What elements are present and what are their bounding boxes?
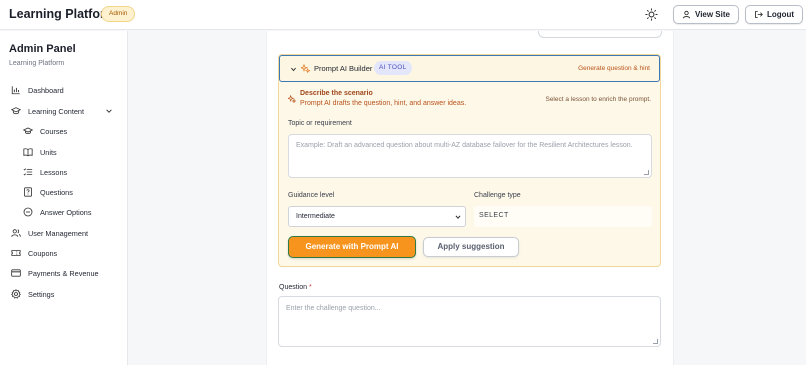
sidebar-item-coupons[interactable]: Coupons <box>11 246 57 260</box>
guidance-level-select[interactable]: Intermediate <box>288 206 466 227</box>
user-icon <box>682 10 691 19</box>
top-header: Learning Platform Admin View Site Logout <box>0 0 806 30</box>
credit-card-icon <box>11 269 21 277</box>
question-doc-icon <box>24 187 32 197</box>
view-site-button[interactable]: View Site <box>673 5 739 24</box>
gear-icon <box>11 289 21 299</box>
describe-scenario-subtitle: Prompt AI drafts the question, hint, and… <box>300 100 467 107</box>
challenge-type-label: Challenge type <box>474 192 521 199</box>
resize-handle[interactable] <box>653 339 658 344</box>
ticket-icon <box>11 250 21 256</box>
logout-button[interactable]: Logout <box>745 5 804 24</box>
previous-field-edge <box>538 31 662 38</box>
sidebar-item-label: Coupons <box>28 248 58 258</box>
list-icon <box>23 168 33 176</box>
sidebar-item-settings[interactable]: Settings <box>11 287 54 301</box>
sidebar-item-label: Units <box>40 147 57 157</box>
sparkles-icon <box>288 95 296 103</box>
sidebar-item-units[interactable]: Units <box>23 145 57 159</box>
prompt-ai-builder-header[interactable]: Prompt AI Builder AI TOOL Generate quest… <box>279 55 660 82</box>
chart-icon <box>11 86 20 95</box>
sidebar-item-courses[interactable]: Courses <box>23 124 67 138</box>
chevron-down-icon <box>455 215 461 219</box>
book-open-icon <box>23 148 33 157</box>
topic-textarea[interactable]: Example: Draft an advanced question abou… <box>288 134 652 178</box>
ai-tool-tag: AI TOOL <box>374 61 412 75</box>
sidebar-item-dashboard[interactable]: Dashboard <box>11 83 64 97</box>
guidance-level-label: Guidance level <box>288 192 335 199</box>
question-label: Question * <box>279 284 312 291</box>
logout-label: Logout <box>767 10 795 19</box>
sidebar-item-label: Answer Options <box>40 207 92 217</box>
sidebar-item-label: Courses <box>40 126 68 136</box>
question-textarea[interactable]: Enter the challenge question... <box>278 296 661 347</box>
users-icon <box>11 229 21 237</box>
sidebar-item-label: Questions <box>40 187 73 197</box>
describe-scenario-title: Describe the scenario <box>300 90 373 97</box>
sun-icon[interactable] <box>645 8 658 21</box>
sidebar-title: Admin Panel <box>9 43 76 55</box>
logout-icon <box>755 11 763 18</box>
chevron-down-icon[interactable] <box>290 66 297 73</box>
sidebar-item-lessons[interactable]: Lessons <box>23 165 67 179</box>
sidebar-item-label: Dashboard <box>28 85 64 95</box>
guidance-level-value: Intermediate <box>296 213 335 220</box>
builder-header-hint: Generate question & hint <box>578 65 650 72</box>
generate-with-prompt-ai-button[interactable]: Generate with Prompt AI <box>288 236 416 258</box>
sidebar-subtitle: Learning Platform <box>9 60 65 67</box>
cap-icon <box>23 127 33 134</box>
sidebar-item-answer-options[interactable]: Answer Options <box>23 205 92 219</box>
sidebar-item-learning-content[interactable]: Learning Content <box>11 104 84 118</box>
brand-title[interactable]: Learning Platform <box>9 7 116 21</box>
select-lesson-hint: Select a lesson to enrich the prompt. <box>545 96 651 103</box>
topic-placeholder: Example: Draft an advanced question abou… <box>296 142 633 149</box>
sidebar-item-label: Lessons <box>40 167 68 177</box>
role-badge: Admin <box>101 6 136 22</box>
view-site-label: View Site <box>695 10 730 19</box>
circle-minus-icon <box>23 207 33 217</box>
question-placeholder: Enter the challenge question... <box>286 305 381 312</box>
graduation-cap-icon <box>11 107 21 115</box>
sidebar-item-label: User Management <box>28 228 89 238</box>
question-label-text: Question <box>279 284 308 291</box>
sidebar-item-payments[interactable]: Payments & Revenue <box>11 266 99 280</box>
sidebar-item-label: Learning Content <box>28 106 84 116</box>
chevron-down-icon[interactable] <box>105 107 113 115</box>
builder-title: Prompt AI Builder <box>314 64 373 73</box>
sidebar: Admin Panel Learning Platform Dashboard … <box>0 31 128 365</box>
prompt-ai-builder-card: Prompt AI Builder AI TOOL Generate quest… <box>278 54 661 267</box>
resize-handle[interactable] <box>644 170 649 175</box>
challenge-type-value: SELECT <box>474 206 652 227</box>
sidebar-item-user-management[interactable]: User Management <box>11 226 88 240</box>
apply-suggestion-button[interactable]: Apply suggestion <box>423 237 519 257</box>
required-mark: * <box>308 284 312 291</box>
sidebar-item-label: Payments & Revenue <box>28 268 99 278</box>
sidebar-item-questions[interactable]: Questions <box>23 185 73 199</box>
sparkles-icon <box>301 64 310 73</box>
topic-label: Topic or requirement <box>288 120 352 127</box>
sidebar-item-label: Settings <box>28 289 55 299</box>
